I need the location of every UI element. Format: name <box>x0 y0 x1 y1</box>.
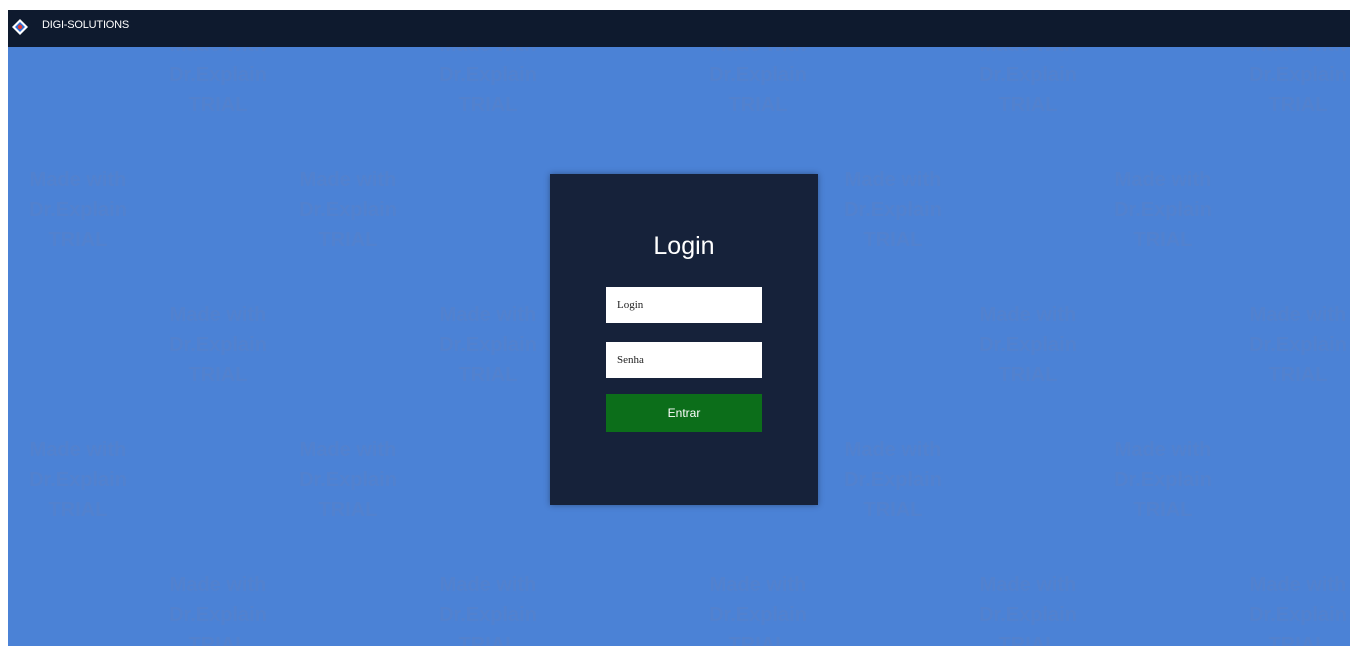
watermark: Made withDr.ExplainTRIAL <box>299 439 397 521</box>
watermark: Made withDr.ExplainTRIAL <box>29 439 127 521</box>
login-card: Login Entrar <box>550 174 818 505</box>
watermark: Made withDr.ExplainTRIAL <box>299 169 397 251</box>
submit-button[interactable]: Entrar <box>606 394 762 432</box>
top-bar: DIGI-SOLUTIONS <box>8 10 1350 47</box>
watermark: Made withDr.ExplainTRIAL <box>1249 304 1347 386</box>
watermark: Made withDr.ExplainTRIAL <box>1114 169 1212 251</box>
login-input[interactable] <box>606 287 762 323</box>
app-frame: Made withDr.ExplainTRIAL Made withDr.Exp… <box>8 10 1350 646</box>
watermark: Made withDr.ExplainTRIAL <box>979 304 1077 386</box>
watermark: Made withDr.ExplainTRIAL <box>979 574 1077 646</box>
watermark: Made withDr.ExplainTRIAL <box>844 169 942 251</box>
watermark: Made withDr.ExplainTRIAL <box>439 574 537 646</box>
watermark: Made withDr.ExplainTRIAL <box>169 574 267 646</box>
watermark: Made withDr.ExplainTRIAL <box>1114 439 1212 521</box>
brand-name[interactable]: DIGI-SOLUTIONS <box>42 19 129 31</box>
diamond-logo-icon[interactable] <box>11 18 29 36</box>
watermark: Made withDr.ExplainTRIAL <box>169 304 267 386</box>
watermark: Made withDr.ExplainTRIAL <box>439 304 537 386</box>
watermark: Made withDr.ExplainTRIAL <box>29 169 127 251</box>
watermark: Made withDr.ExplainTRIAL <box>844 439 942 521</box>
watermark: Made withDr.ExplainTRIAL <box>1249 574 1347 646</box>
login-title: Login <box>653 232 715 260</box>
password-input[interactable] <box>606 342 762 378</box>
watermark: Made withDr.ExplainTRIAL <box>709 574 807 646</box>
